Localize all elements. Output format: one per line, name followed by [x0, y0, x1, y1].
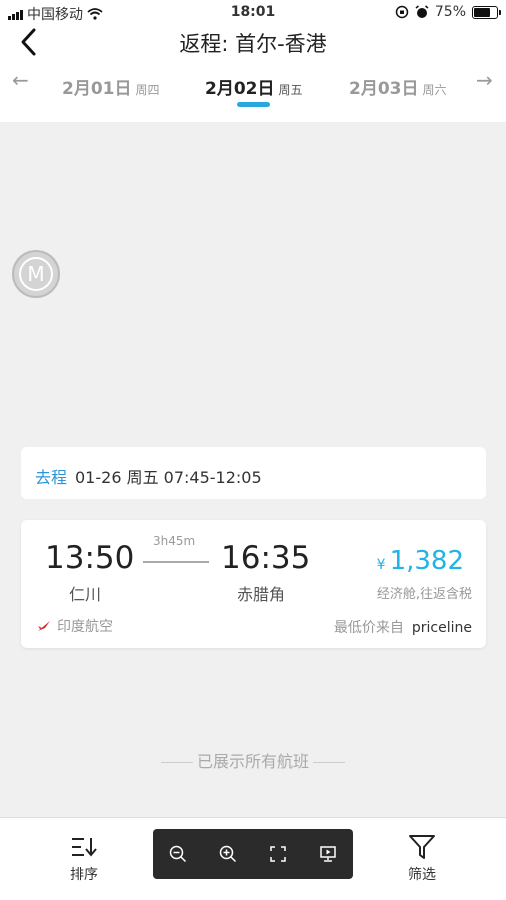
battery-percent: 75% — [434, 4, 466, 20]
airline-name: 印度航空 — [57, 619, 113, 635]
m-logo-icon[interactable]: M — [12, 250, 60, 298]
battery-icon — [472, 5, 501, 19]
departure-airport: 仁川 — [69, 585, 102, 604]
weekday-label: 周四 — [135, 83, 160, 97]
selected-date-indicator — [237, 102, 270, 107]
present-icon — [320, 846, 336, 862]
source-name: priceline — [411, 620, 472, 636]
duration-line — [143, 561, 209, 563]
flight-card[interactable]: 13:50 仁川 3h45m 16:35 赤腊角 ¥1,382 经济舱,往返含税… — [21, 520, 486, 648]
zoom-in-button[interactable] — [213, 839, 243, 869]
funnel-icon — [392, 834, 452, 860]
source-label: 最低价来自 — [333, 620, 404, 636]
date-label: 2月01日 — [62, 79, 132, 99]
price-source: 最低价来自 priceline — [334, 617, 472, 637]
weekday-label: 周六 — [422, 83, 447, 97]
nav-bar: 返程: 首尔-香港 — [0, 26, 506, 60]
viewer-toolbar — [153, 829, 353, 879]
filter-button[interactable]: 筛选 — [392, 834, 452, 884]
arrival-airport: 赤腊角 — [237, 585, 286, 604]
zoom-out-button[interactable] — [163, 839, 193, 869]
date-label: 2月02日 — [205, 79, 275, 99]
prev-date-button[interactable]: ← — [12, 68, 29, 92]
date-tab-prev[interactable]: 2月01日 周四 — [62, 74, 160, 99]
date-label: 2月03日 — [349, 79, 419, 99]
fullscreen-icon — [270, 846, 286, 862]
next-date-button[interactable]: → — [476, 68, 493, 92]
page-title: 返程: 首尔-香港 — [179, 32, 327, 56]
cabin-class: 经济舱,往返含税 — [376, 587, 472, 602]
rotation-lock-icon — [395, 5, 409, 19]
end-of-list-note: 已展示所有航班 — [0, 748, 506, 772]
arrow-right-icon: → — [476, 68, 493, 92]
weekday-label: 周五 — [278, 83, 303, 97]
date-tab-next[interactable]: 2月03日 周六 — [349, 74, 447, 99]
arrival-time: 16:35 — [221, 540, 311, 576]
sort-icon — [54, 834, 114, 860]
arrow-left-icon: ← — [12, 68, 29, 92]
end-note-text: 已展示所有航班 — [196, 752, 309, 771]
price: ¥1,382 — [377, 546, 464, 576]
fullscreen-button[interactable] — [263, 839, 293, 869]
date-tab-selected[interactable]: 2月02日 周五 — [205, 74, 303, 99]
sort-button[interactable]: 排序 — [54, 834, 114, 884]
zoom-out-icon — [169, 845, 187, 863]
filter-label: 筛选 — [408, 867, 436, 883]
airline: 印度航空 — [37, 616, 113, 636]
currency-symbol: ¥ — [376, 557, 386, 573]
flight-duration: 3h45m — [153, 534, 196, 548]
alarm-icon — [415, 5, 429, 18]
outbound-summary: 去程 01-26 周五 07:45-12:05 — [21, 447, 486, 499]
outbound-label: 去程 — [35, 468, 68, 487]
departure-time: 13:50 — [45, 540, 135, 576]
outbound-info: 01-26 周五 07:45-12:05 — [75, 468, 262, 487]
sort-label: 排序 — [70, 867, 98, 883]
date-selector: ← 2月01日 周四 2月02日 周五 2月03日 周六 → — [0, 60, 506, 122]
status-bar: 中国移动 18:01 75% — [0, 0, 506, 26]
zoom-in-icon — [219, 845, 237, 863]
present-button[interactable] — [313, 839, 343, 869]
airline-logo-icon — [38, 621, 50, 631]
price-value: 1,382 — [389, 546, 464, 576]
